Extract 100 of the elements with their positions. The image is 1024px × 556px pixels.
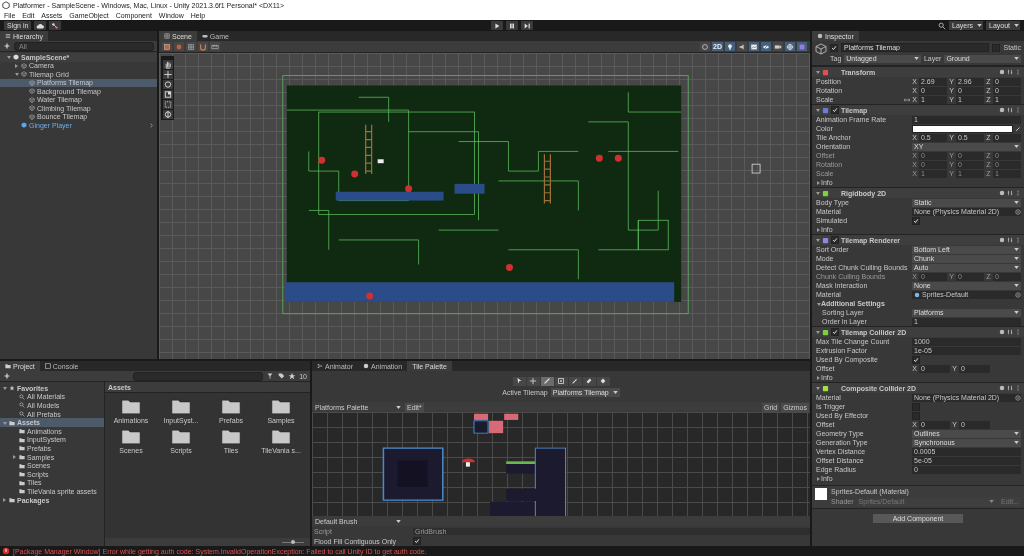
fold-arrow-icon[interactable] (816, 301, 821, 306)
add-icon[interactable] (3, 372, 11, 380)
enable-checkbox[interactable] (831, 236, 839, 244)
image-icon (750, 42, 758, 51)
scene-toggle-button[interactable] (725, 42, 735, 51)
sliders-icon[interactable] (1007, 190, 1013, 196)
cube-icon (29, 79, 35, 86)
fold-arrow-icon[interactable] (816, 227, 821, 232)
enable-checkbox[interactable] (831, 106, 839, 114)
error-icon (2, 547, 10, 555)
target-icon[interactable] (1015, 208, 1021, 215)
active-checkbox[interactable] (830, 43, 838, 52)
add-icon[interactable] (3, 42, 11, 50)
fold-arrow-icon[interactable] (815, 107, 820, 113)
caret-icon (1014, 432, 1019, 435)
palette-tool-button[interactable] (596, 376, 610, 386)
sliders-icon[interactable] (1007, 385, 1013, 391)
fold-arrow-icon[interactable] (14, 63, 19, 69)
collab-icon (51, 21, 60, 30)
fold-arrow-icon[interactable] (14, 71, 19, 77)
snap-button[interactable] (198, 42, 208, 51)
sliders-icon[interactable] (1007, 69, 1013, 75)
caret-icon (612, 390, 618, 394)
palette-tool-button[interactable] (540, 376, 554, 386)
fold-arrow-icon[interactable] (816, 476, 821, 481)
palette-tool-button[interactable] (512, 376, 526, 386)
grid-snap-button[interactable] (186, 42, 196, 51)
checkbox[interactable] (912, 216, 920, 225)
folder-icon (221, 428, 241, 445)
transform-icon[interactable] (162, 110, 173, 119)
rotate-icon[interactable] (162, 80, 173, 89)
fold-arrow-icon[interactable] (6, 54, 11, 60)
scene-toggle-button[interactable] (737, 42, 747, 51)
fold-arrow-icon[interactable] (2, 497, 7, 503)
list-icon (5, 33, 11, 39)
cloud-button[interactable] (34, 21, 47, 30)
sphere-icon (701, 42, 710, 51)
cube-icon (21, 62, 27, 69)
fold-arrow-icon[interactable] (2, 420, 7, 426)
fold-arrow-icon[interactable] (2, 385, 7, 391)
component-icon (822, 236, 829, 244)
fold-arrow-icon[interactable] (815, 237, 820, 243)
rect-tool-icon[interactable] (162, 100, 173, 109)
camera-icon (774, 42, 782, 51)
checkbox[interactable] (413, 537, 421, 545)
search-icon (19, 402, 25, 409)
controller-icon (201, 33, 208, 39)
step-button[interactable] (521, 21, 533, 30)
fold-arrow-icon[interactable] (816, 180, 821, 185)
palette-tool-button[interactable] (568, 376, 582, 386)
scale-icon[interactable] (162, 90, 173, 99)
increment-button[interactable] (210, 42, 220, 51)
tool-handle-button[interactable] (162, 42, 172, 51)
fold-arrow-icon[interactable] (815, 385, 820, 391)
fold-arrow-icon[interactable] (816, 375, 821, 380)
scene-toggle-button[interactable] (700, 42, 711, 51)
folder-icon (5, 363, 11, 369)
palette-tool-button[interactable] (554, 376, 568, 386)
fold-arrow-icon[interactable] (815, 190, 820, 196)
search-icon (19, 411, 25, 418)
cube-icon (21, 122, 27, 129)
gizmo-icon (786, 42, 794, 51)
caret-icon (977, 24, 983, 27)
sliders-icon[interactable] (1007, 107, 1013, 113)
play-button[interactable] (491, 21, 503, 30)
folder-icon (121, 428, 141, 445)
component-icon (822, 106, 829, 114)
palette-tool-button[interactable] (582, 376, 596, 386)
scene-toggle-button[interactable] (773, 42, 783, 51)
scene-toggle-button[interactable] (749, 42, 759, 51)
sliders-icon[interactable] (1007, 329, 1013, 335)
slider-thumb[interactable] (291, 539, 295, 544)
palette-tool-button[interactable] (526, 376, 540, 386)
target-icon[interactable] (1015, 394, 1021, 401)
scene-toggle-button[interactable] (797, 42, 807, 51)
star-icon[interactable] (288, 372, 297, 380)
collab-button[interactable] (49, 21, 62, 30)
link-icon[interactable] (904, 96, 910, 103)
folder-icon (221, 398, 241, 415)
component-icon (822, 68, 829, 76)
sliders-icon[interactable] (1007, 237, 1013, 243)
eyedropper-icon[interactable] (1015, 125, 1021, 132)
caret-icon (989, 500, 995, 503)
pause-button[interactable] (506, 21, 518, 30)
enable-checkbox[interactable] (831, 328, 839, 336)
fold-arrow-icon[interactable] (12, 454, 17, 460)
scene-toggle-button[interactable] (761, 42, 771, 51)
hand-icon[interactable] (162, 60, 173, 69)
checkbox[interactable] (912, 355, 920, 364)
search-icon[interactable] (938, 21, 946, 30)
move-icon[interactable] (162, 70, 173, 79)
caret-icon (1014, 24, 1020, 27)
search-field[interactable] (133, 371, 264, 381)
fold-arrow-icon[interactable] (815, 329, 820, 335)
caret-icon (1014, 311, 1019, 314)
chevron-right-icon[interactable] (150, 122, 153, 128)
scene-toggle-button[interactable] (785, 42, 795, 51)
color-swatch[interactable] (912, 124, 1013, 133)
target-icon[interactable] (1015, 291, 1021, 298)
fold-arrow-icon[interactable] (815, 69, 820, 75)
